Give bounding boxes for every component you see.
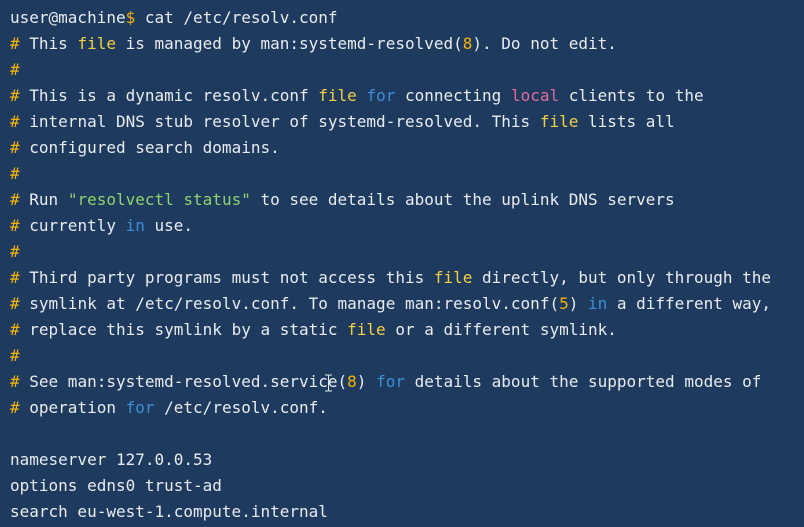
- text-segment: clients to the: [559, 86, 704, 105]
- text-segment: /etc/resolv.conf.: [154, 398, 328, 417]
- text-segment: search eu-west-1.compute.internal: [10, 502, 328, 521]
- output-line: # symlink at /etc/resolv.conf. To manage…: [10, 291, 804, 317]
- keyword: for: [366, 86, 396, 105]
- keyword-file: file: [433, 268, 473, 287]
- text-segment: internal DNS stub resolver of systemd-re…: [19, 112, 540, 131]
- keyword-file: file: [77, 34, 116, 53]
- command-argument: /etc/resolv.conf: [183, 8, 338, 27]
- output-line: #: [10, 57, 804, 83]
- comment-marker: #: [10, 164, 20, 183]
- output-line: # This is a dynamic resolv.conf file for…: [10, 83, 804, 109]
- terminal-window[interactable]: user@machine$ cat /etc/resolv.conf # Thi…: [0, 0, 804, 527]
- text-segment: Run: [19, 190, 68, 209]
- keyword: for: [125, 398, 155, 417]
- text-segment: symlink at /etc/resolv.conf. To manage m…: [19, 294, 560, 313]
- text-segment: Third party programs must not access thi…: [19, 268, 434, 287]
- comment-marker: #: [10, 112, 20, 131]
- text-segment: ): [356, 372, 377, 391]
- text-segment: to see details about the uplink DNS serv…: [250, 190, 675, 209]
- output-line: #: [10, 343, 804, 369]
- text-segment: This is a dynamic resolv.conf: [19, 86, 319, 105]
- output-line: # This file is managed by man:systemd-re…: [10, 31, 804, 57]
- comment-marker: #: [10, 34, 20, 53]
- keyword-file: file: [318, 86, 357, 105]
- text-segment: nameserver 127.0.0.53: [10, 450, 213, 469]
- comment-marker: #: [10, 60, 20, 79]
- number-literal: 5: [559, 294, 569, 313]
- command-output: # This file is managed by man:systemd-re…: [10, 31, 804, 525]
- output-line: #: [10, 161, 804, 187]
- text-segment: lists all: [578, 112, 675, 131]
- keyword: in: [125, 216, 145, 235]
- output-line: options edns0 trust-ad: [10, 473, 804, 499]
- text-segment: is managed by man:systemd-resolved(: [115, 34, 463, 53]
- output-line: nameserver 127.0.0.53: [10, 447, 804, 473]
- text-segment: a different way,: [607, 294, 772, 313]
- text-segment: See man:systemd-resolved.service(: [19, 372, 348, 391]
- output-line: # operation for /etc/resolv.conf.: [10, 395, 804, 421]
- keyword: in: [587, 294, 608, 313]
- text-ibeam-cursor-icon: [325, 374, 332, 392]
- output-line: search eu-west-1.compute.internal: [10, 499, 804, 525]
- comment-marker: #: [10, 372, 20, 391]
- output-line: # See man:systemd-resolved.service(8) fo…: [10, 369, 804, 395]
- text-segment: or a different symlink.: [385, 320, 617, 339]
- output-line: # configured search domains.: [10, 135, 804, 161]
- comment-marker: #: [10, 268, 20, 287]
- keyword-local: local: [510, 86, 560, 105]
- text-segment: replace this symlink by a static: [19, 320, 348, 339]
- text-segment: directly, but only through the: [472, 268, 772, 287]
- comment-marker: #: [10, 398, 20, 417]
- output-line: # currently in use.: [10, 213, 804, 239]
- output-line: # internal DNS stub resolver of systemd-…: [10, 109, 804, 135]
- keyword-file: file: [347, 320, 386, 339]
- output-line: # Run "resolvectl status" to see details…: [10, 187, 804, 213]
- string-literal: "resolvectl status": [67, 190, 251, 209]
- text-segment: This: [19, 34, 78, 53]
- comment-marker: #: [10, 138, 20, 157]
- comment-marker: #: [10, 294, 20, 313]
- comment-marker: #: [10, 216, 20, 235]
- keyword: for: [376, 372, 405, 391]
- text-segment: [357, 86, 367, 105]
- text-segment: currently: [19, 216, 126, 235]
- number-literal: 8: [462, 34, 473, 53]
- text-segment: use.: [144, 216, 194, 235]
- prompt-line: user@machine$ cat /etc/resolv.conf: [10, 5, 804, 31]
- text-segment: ): [568, 294, 588, 313]
- comment-marker: #: [10, 320, 20, 339]
- output-line: #: [10, 239, 804, 265]
- text-segment: ). Do not edit.: [472, 34, 617, 53]
- comment-marker: #: [10, 346, 20, 365]
- text-segment: configured search domains.: [19, 138, 280, 157]
- text-segment: connecting: [395, 86, 511, 105]
- output-line: # replace this symlink by a static file …: [10, 317, 804, 343]
- command-name: cat: [144, 8, 174, 27]
- prompt-symbol: $: [125, 8, 136, 27]
- output-line: # Third party programs must not access t…: [10, 265, 804, 291]
- text-segment: options edns0 trust-ad: [10, 476, 222, 495]
- keyword-file: file: [539, 112, 579, 131]
- comment-marker: #: [10, 190, 20, 209]
- prompt-user-host: user@machine: [10, 8, 126, 27]
- text-segment: details about the supported modes of: [404, 372, 762, 391]
- text-segment: operation: [19, 398, 126, 417]
- comment-marker: #: [10, 86, 20, 105]
- number-literal: 8: [347, 372, 357, 391]
- comment-marker: #: [10, 242, 20, 261]
